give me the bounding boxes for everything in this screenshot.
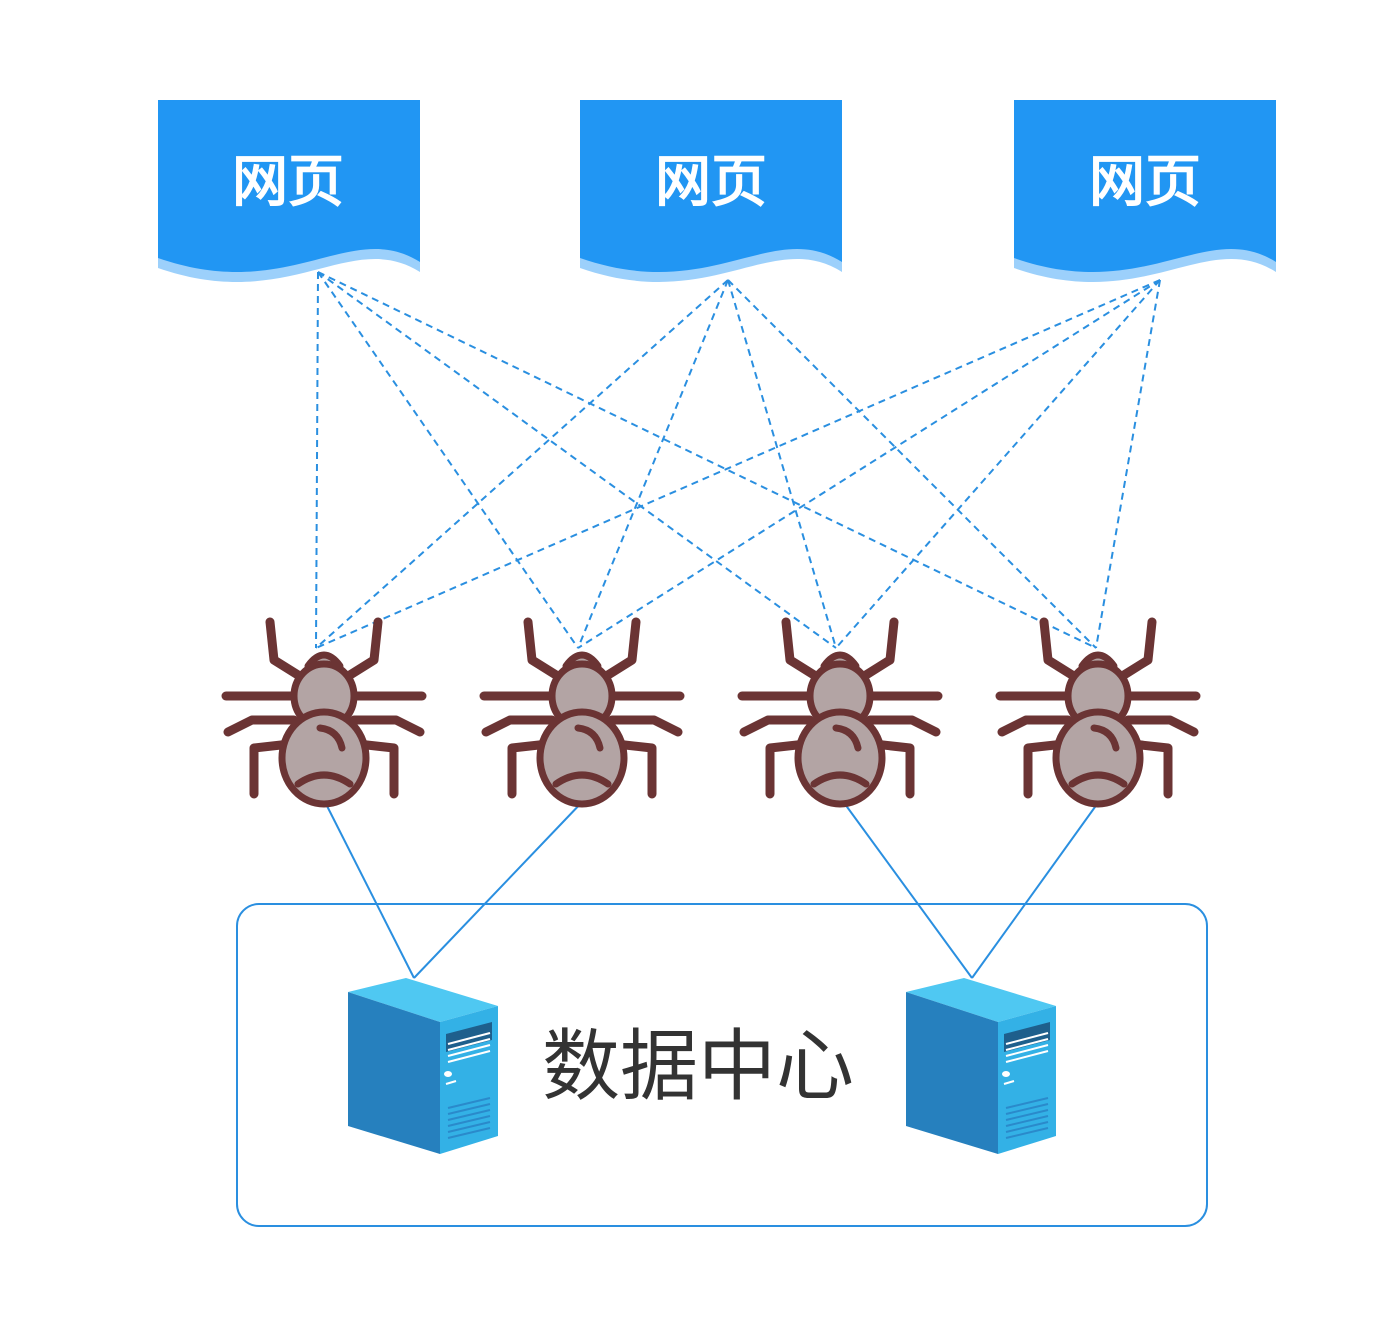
- link-line: [577, 279, 1161, 649]
- link-line: [1095, 279, 1161, 649]
- webpage-label: 网页: [1089, 150, 1201, 215]
- webpage-3: 网页: [1014, 100, 1276, 282]
- spider-icon: [484, 622, 680, 804]
- webpage-spider-links: [315, 271, 1161, 649]
- link-line: [727, 279, 1097, 649]
- link-line: [315, 279, 1161, 649]
- spider-server-links: [323, 799, 1101, 979]
- link-line: [323, 799, 415, 979]
- link-line: [315, 279, 729, 649]
- webpage-2: 网页: [580, 100, 842, 282]
- webpage-label: 网页: [232, 150, 344, 215]
- spider-icon: [226, 622, 422, 804]
- link-line: [317, 271, 837, 649]
- link-line: [835, 279, 1161, 649]
- server-icon: [905, 977, 1057, 1155]
- spider-icon: [742, 622, 938, 804]
- webpage-1: 网页: [158, 100, 420, 282]
- link-line: [577, 279, 729, 649]
- link-line: [317, 271, 1097, 649]
- link-line: [841, 799, 973, 979]
- link-line: [315, 271, 319, 649]
- link-line: [317, 271, 579, 649]
- link-line: [971, 799, 1101, 979]
- server-icon: [347, 977, 499, 1155]
- webpage-label: 网页: [655, 150, 767, 215]
- data-center-label: 数据中心: [542, 1022, 854, 1112]
- spider-icon: [1000, 622, 1196, 804]
- crawler-architecture-diagram: 网页 网页 网页 数据中心: [158, 100, 1276, 1227]
- link-line: [413, 799, 585, 979]
